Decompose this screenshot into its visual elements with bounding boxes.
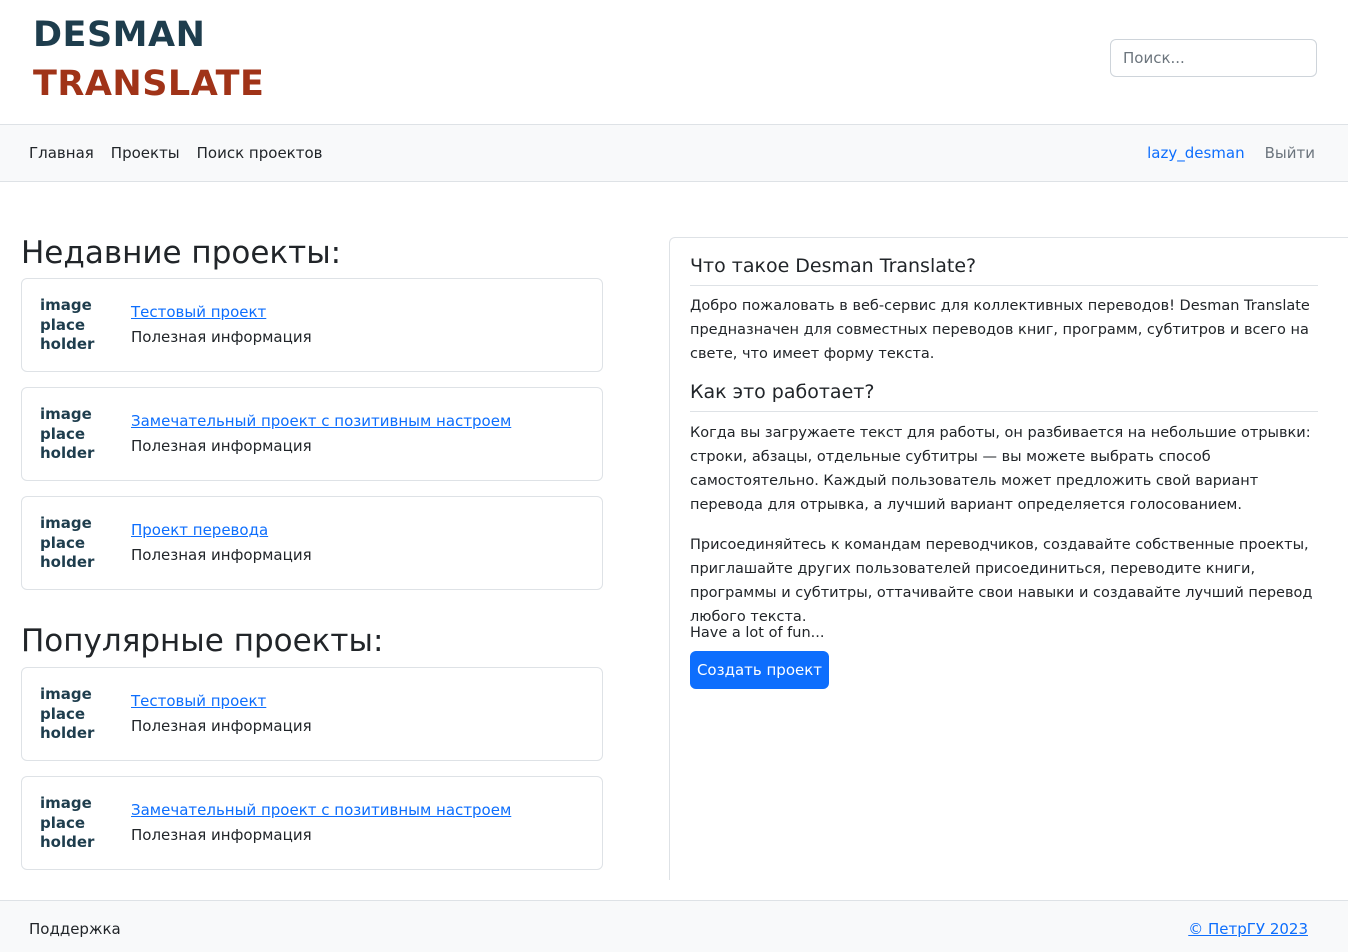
nav-username-link[interactable]: lazy_desman [1147, 144, 1245, 162]
logo-line-1: DESMAN [33, 15, 206, 55]
placeholder-text: place [40, 315, 86, 334]
how-it-works-heading: Как это работает? [690, 381, 1318, 412]
about-heading: Что такое Desman Translate? [690, 255, 1318, 286]
placeholder-text: image [40, 794, 92, 812]
project-info: Полезная информация [131, 546, 312, 564]
fun-text: Have a lot of fun... [690, 625, 825, 641]
site-logo[interactable]: DESMAN TRANSLATE [33, 12, 264, 107]
join-text: Присоединяйтесь к командам переводчиков,… [690, 537, 1313, 625]
placeholder-text: holder [40, 553, 95, 571]
nav-item-project-search[interactable]: Поиск проектов [197, 144, 323, 162]
nav-item-home[interactable]: Главная [29, 144, 94, 162]
footer: Поддержка © ПетрГУ 2023 [0, 900, 1348, 952]
project-info: Полезная информация [131, 826, 312, 844]
placeholder-text: holder [40, 444, 95, 462]
recent-projects-title: Недавние проекты: [21, 235, 342, 271]
logout-link[interactable]: Выйти [1265, 144, 1315, 162]
popular-projects-title: Популярные проекты: [21, 623, 384, 659]
nav-item-projects[interactable]: Проекты [111, 144, 180, 162]
project-card: image place holder Замечательный проект … [21, 387, 603, 481]
project-card: image place holder Замечательный проект … [21, 776, 603, 870]
image-placeholder: image place holder [40, 296, 120, 355]
project-link[interactable]: Замечательный проект с позитивным настро… [131, 801, 511, 819]
placeholder-text: place [40, 533, 86, 552]
copyright-link[interactable]: © ПетрГУ 2023 [1188, 920, 1308, 938]
project-card: image place holder Проект перевода Полез… [21, 496, 603, 590]
placeholder-text: holder [40, 833, 95, 851]
image-placeholder: image place holder [40, 514, 120, 573]
project-card: image place holder Тестовый проект Полез… [21, 278, 603, 372]
placeholder-text: place [40, 704, 86, 723]
placeholder-text: image [40, 514, 92, 532]
about-intro-text: Добро пожаловать в веб-сервис для коллек… [690, 298, 1310, 362]
nav-links: Главная Проекты Поиск проектов [29, 125, 323, 181]
project-info: Полезная информация [131, 437, 312, 455]
image-placeholder: image place holder [40, 685, 120, 744]
placeholder-text: place [40, 813, 86, 832]
placeholder-text: holder [40, 724, 95, 742]
image-placeholder: image place holder [40, 405, 120, 464]
project-info: Полезная информация [131, 328, 312, 346]
image-placeholder: image place holder [40, 794, 120, 853]
search-input[interactable] [1110, 39, 1317, 77]
placeholder-text: image [40, 405, 92, 423]
project-link[interactable]: Тестовый проект [131, 303, 266, 321]
project-link[interactable]: Проект перевода [131, 521, 268, 539]
logo-line-2: TRANSLATE [33, 64, 265, 104]
how-it-works-text: Когда вы загружаете текст для работы, он… [690, 425, 1311, 513]
main-navbar: Главная Проекты Поиск проектов lazy_desm… [0, 124, 1348, 182]
create-project-button[interactable]: Создать проект [690, 651, 829, 689]
project-link[interactable]: Замечательный проект с позитивным настро… [131, 412, 511, 430]
about-panel: Что такое Desman Translate? Добро пожало… [669, 237, 1348, 880]
placeholder-text: place [40, 424, 86, 443]
placeholder-text: image [40, 685, 92, 703]
project-card: image place holder Тестовый проект Полез… [21, 667, 603, 761]
project-link[interactable]: Тестовый проект [131, 692, 266, 710]
placeholder-text: holder [40, 335, 95, 353]
header: DESMAN TRANSLATE [0, 0, 1348, 125]
nav-user-area: lazy_desman Выйти [1147, 125, 1315, 181]
support-link[interactable]: Поддержка [29, 920, 121, 938]
placeholder-text: image [40, 296, 92, 314]
project-info: Полезная информация [131, 717, 312, 735]
